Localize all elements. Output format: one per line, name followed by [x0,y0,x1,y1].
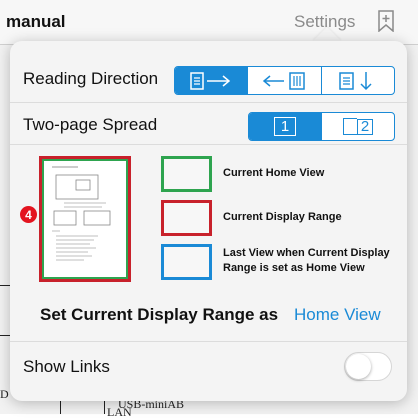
toggle-knob [346,354,371,379]
last-view-legend-line1: Last View when Current Display [223,247,390,259]
display-range-legend: Current Display Range [223,211,342,223]
doc-text-fragment: D [0,387,9,401]
thumbnail-preview [52,166,111,261]
reading-direction-row: Reading Direction [10,57,407,102]
home-view-legend: Current Home View [223,167,325,179]
step-badge: 4 [20,206,37,223]
home-view-swatch [161,156,212,192]
bookmark-plus-icon[interactable] [378,10,394,32]
display-range-section: 4 Current Home View Current Display Rang… [10,144,407,353]
reading-direction-label: Reading Direction [23,69,159,88]
settings-popover: Reading Direction Two-page Spread 1 2 4 … [10,41,407,401]
display-range-swatch [161,200,212,236]
show-links-label: Show Links [23,357,110,376]
spread-option-double[interactable]: 2 [321,113,394,140]
reading-direction-down[interactable] [320,67,394,94]
show-links-toggle[interactable] [344,352,392,381]
spread-label-single: 1 [273,117,297,136]
show-links-row: Show Links [10,341,407,401]
reading-direction-control [174,66,395,95]
navigation-bar: manual Settings [0,0,418,45]
last-view-legend-line2: Range is set as Home View [223,262,365,274]
page-left-icon [263,71,306,90]
page-thumbnail[interactable] [39,156,131,282]
spread-label-double: 2 [356,118,374,135]
doc-text-lan: LAN [107,405,132,419]
two-page-spread-control: 1 2 [248,112,395,141]
spread-left-page-icon [342,118,357,135]
home-view-button[interactable]: Home View [294,305,381,325]
reading-direction-left[interactable] [247,67,320,94]
last-view-swatch [161,244,212,280]
page-down-icon [339,71,372,90]
home-view-frame [42,159,128,279]
spread-option-single[interactable]: 1 [249,113,321,140]
two-page-spread-label: Two-page Spread [23,115,158,134]
document-title: manual [6,12,66,31]
set-range-label: Set Current Display Range as [40,305,279,324]
page-right-icon [190,71,231,90]
reading-direction-right[interactable] [175,67,248,94]
two-page-spread-row: Two-page Spread 1 2 [10,102,407,148]
